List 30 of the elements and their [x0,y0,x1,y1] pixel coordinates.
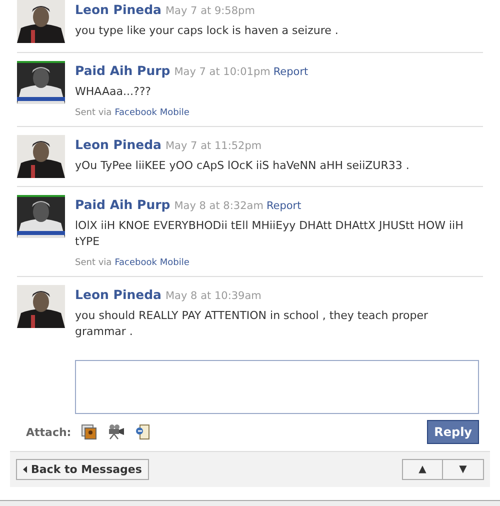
author-link[interactable]: Leon Pineda [75,286,162,303]
message-text: yOu TyPee liiKEE yOO cApS lOcK iiS haVeNN aHH seiiZUR33 . [75,158,410,174]
sent-via-label: Sent via [75,258,112,268]
facebook-mobile-link[interactable]: Facebook Mobile [114,108,190,118]
report-link[interactable]: Report [266,198,302,215]
message-text: lOlX iiH KNOE EVERYBHODii tEll MHiiEyy DHAtt DHAttX JHUStt HOW iiH tYPE [75,218,464,250]
timestamp: May 8 at 10:39am [166,289,262,304]
timestamp: May 7 at 9:58pm [166,4,255,19]
author-link[interactable]: Leon Pineda [75,136,162,153]
next-button[interactable]: ▼ [443,459,484,480]
message-text: you should REALLY PAY ATTENTION in school , they teach proper grammar . [75,308,429,340]
reply-field[interactable] [75,360,479,414]
report-link[interactable]: Report [273,64,308,81]
attach-label: Attach: [26,426,72,438]
timestamp: May 7 at 10:01pm [174,65,270,80]
facebook-mobile-link[interactable]: Facebook Mobile [114,258,190,268]
author-link[interactable]: Leon Pineda [75,1,162,18]
timestamp: May 7 at 11:52pm [166,139,262,154]
author-link[interactable]: Paid Aih Purp [75,62,170,79]
message-text: you type like your caps lock is haven a seizure . [75,23,340,39]
left-triangle-icon [23,466,27,473]
reply-button[interactable]: Reply [427,420,479,444]
author-link[interactable]: Paid Aih Purp [75,196,170,213]
sent-via-label: Sent via [75,108,112,118]
photo-icon[interactable] [81,424,98,440]
message-text: WHAAaa...??? [75,84,152,100]
timestamp: May 8 at 8:32am [174,199,264,214]
back-to-messages-button[interactable]: Back to Messages [16,459,149,480]
previous-button[interactable]: ▲ [402,459,443,480]
video-camera-icon[interactable] [107,424,126,440]
